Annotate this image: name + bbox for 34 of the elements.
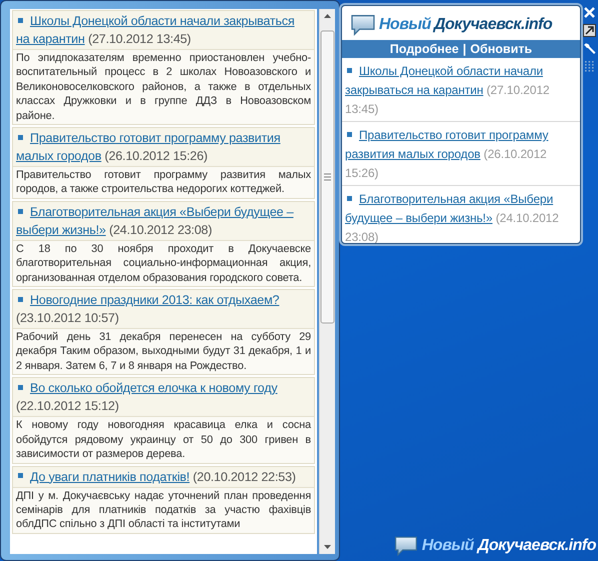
news-summary: Правительство готовит программу развития малых городов, а также строительства недорогих коттеджей. bbox=[13, 167, 314, 198]
more-link[interactable]: Подробнее bbox=[390, 42, 459, 56]
gadget-news-item[interactable]: Правительство готовит программу развития малых городов (26.10.2012 15:26) bbox=[342, 122, 580, 186]
logo-text: Докучаевск.info bbox=[434, 16, 552, 34]
logo-text: Новый bbox=[422, 537, 474, 555]
scrollbar[interactable] bbox=[319, 9, 335, 554]
news-summary: К новому году новогодняя красавица елка и сосна обойдутся рядовому украинцу от 50 до 300 гривен в зависимости от размеров дерева. bbox=[13, 417, 314, 462]
news-summary: Рабочий день 31 декабря перенесен на субботу 29 декабря Таким образом, выходными будут 31 декабря, 1 и 2 января. Затем 6, 7 и 8 января на Рождество. bbox=[13, 329, 314, 374]
speech-bubble-icon bbox=[394, 535, 418, 557]
news-summary: С 18 по 30 ноября проходит в Докучаевске благотворительная социально-информационная акция, организованная отделом образования городского совета. bbox=[13, 240, 314, 286]
logo-text: Докучаевск.info bbox=[478, 537, 596, 555]
close-icon[interactable] bbox=[583, 6, 596, 19]
bullet-icon bbox=[18, 208, 23, 214]
separator: | bbox=[462, 42, 466, 56]
bullet-icon bbox=[347, 196, 352, 201]
bullet-icon bbox=[347, 132, 352, 137]
news-summary: По эпидпоказателям временно приостановлен учебно-воспитательный процесс в 2 школах Новоазовского и Великоновоселковского районов, а также в отдельных классах Дружковки и в группе ДДЗ в Новоазовском районе. bbox=[13, 50, 314, 124]
bullet-icon bbox=[18, 18, 23, 23]
scroll-up-arrow-icon[interactable] bbox=[324, 14, 331, 18]
bullet-icon bbox=[18, 296, 23, 302]
expand-icon[interactable] bbox=[583, 24, 596, 37]
news-summary: ДПІ у м. Докучаєвську надає уточнений план проведення семінарів для платників податків за участю фахівців облДПС спільно з ДПІ області та інститутами bbox=[13, 488, 314, 533]
gadget-news-item[interactable]: Школы Донецкой области начали закрываться на карантин (27.10.2012 13:45) bbox=[342, 58, 580, 122]
logo-text: Новый bbox=[379, 16, 431, 34]
bullet-icon bbox=[347, 68, 352, 73]
drag-handle-icon[interactable] bbox=[583, 60, 596, 73]
scroll-down-arrow-icon[interactable] bbox=[324, 545, 331, 549]
scroll-thumb[interactable] bbox=[320, 30, 334, 324]
bullet-icon bbox=[18, 384, 23, 390]
speech-bubble-icon bbox=[350, 14, 376, 36]
refresh-link[interactable]: Обновить bbox=[470, 42, 532, 56]
bullet-icon bbox=[18, 473, 23, 478]
bullet-icon bbox=[18, 134, 23, 140]
settings-icon[interactable] bbox=[583, 42, 596, 55]
